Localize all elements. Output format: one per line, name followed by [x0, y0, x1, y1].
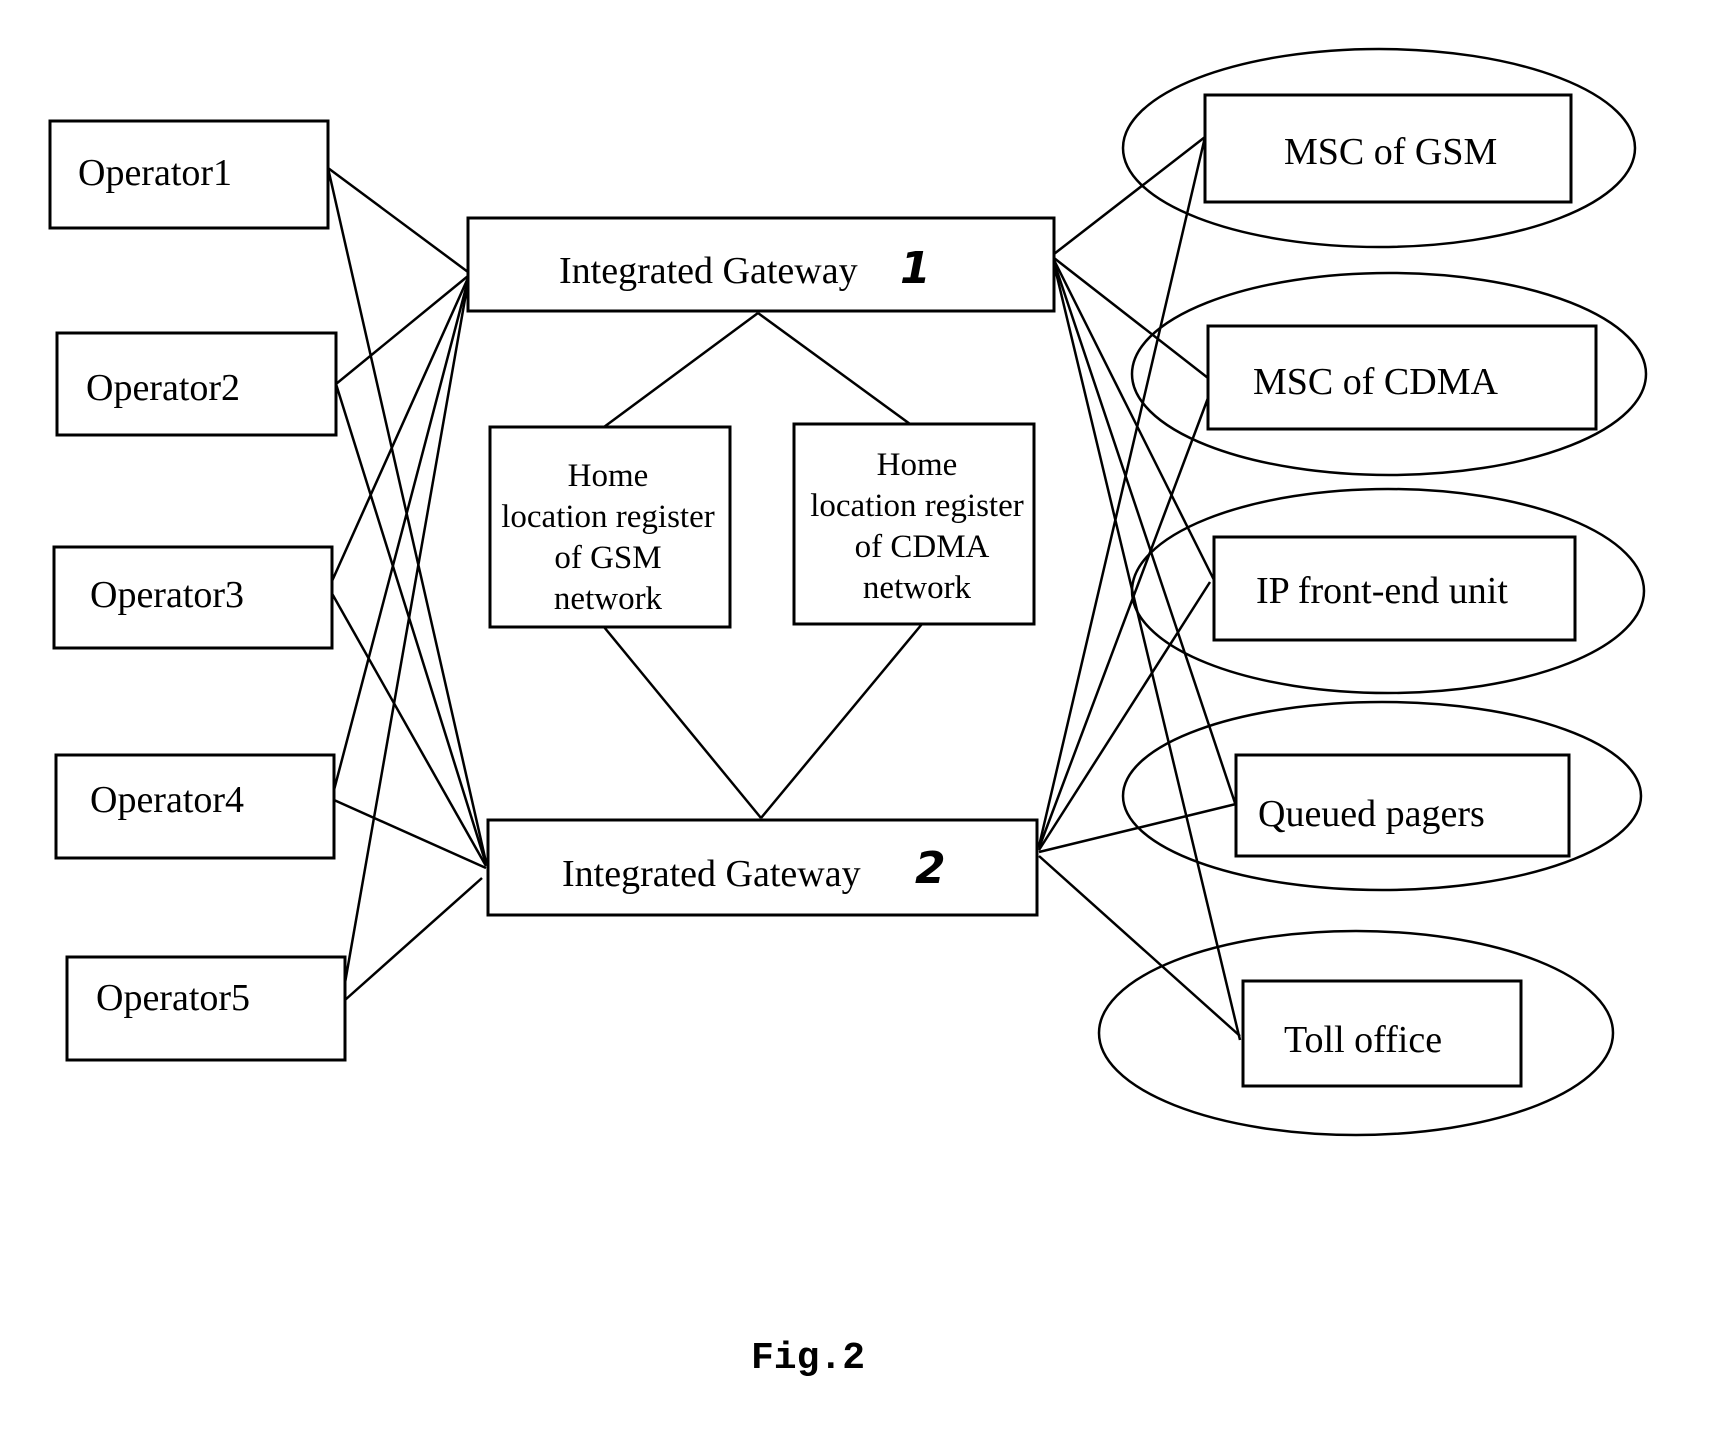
ip-front-end-label: IP front-end unit [1256, 570, 1508, 612]
operator-4-label: Operator4 [90, 779, 244, 821]
link-op5-ig2 [344, 877, 483, 1001]
endpoint-msc-gsm: MSC of GSM [1121, 47, 1637, 249]
hlr-gsm-line-1: Home [568, 458, 649, 494]
link-ig1-hlr-gsm [603, 311, 759, 429]
endpoint-queued-pagers: Queued pagers [1121, 700, 1643, 892]
link-op4-ig2 [333, 798, 487, 870]
link-ig2-toll [1038, 855, 1241, 1037]
gateway-2-label: Integrated Gateway [562, 853, 861, 895]
gateway-1-label: Integrated Gateway [559, 250, 858, 292]
operator-3-label: Operator3 [90, 574, 244, 616]
integrated-gateway-1: Integrated Gateway 1 [466, 216, 1056, 313]
hlr-cdma-line-1: Home [877, 447, 958, 483]
link-ig1-hlr-cdma [757, 311, 911, 426]
gateway-1-number: 1 [900, 243, 931, 294]
link-op5-ig1 [340, 281, 470, 1001]
gateway-2-number: 2 [915, 843, 946, 894]
figure-caption: Fig.2 [751, 1337, 865, 1380]
hlr-cdma-line-2: location register [810, 488, 1024, 524]
msc-cdma-label: MSC of CDMA [1253, 361, 1498, 403]
hlr-gsm-line-4: network [554, 581, 663, 617]
operator-1: Operator1 [48, 119, 330, 230]
link-ig2-msc-gsm [1037, 136, 1207, 847]
operator-5-label: Operator5 [96, 977, 250, 1019]
hlr-cdma-line-4: network [863, 570, 972, 606]
integrated-gateway-2: Integrated Gateway 2 [486, 818, 1039, 917]
queued-pagers-label: Queued pagers [1258, 793, 1485, 835]
link-op3-ig2 [328, 589, 488, 867]
operator-5: Operator5 [65, 955, 347, 1062]
link-hlr-gsm-ig2 [603, 626, 762, 819]
link-ig1-ip [1052, 259, 1216, 581]
operator-1-label: Operator1 [78, 152, 232, 194]
hlr-gsm-line-2: location register [501, 499, 715, 535]
hlr-cdma: Home location register of CDMA network [792, 422, 1036, 626]
link-hlr-cdma-ig2 [760, 623, 923, 819]
hlr-gsm-line-3: of GSM [554, 540, 661, 576]
operator-4: Operator4 [54, 753, 336, 860]
endpoint-msc-cdma: MSC of CDMA [1130, 271, 1648, 477]
link-op1-ig2 [326, 167, 488, 863]
network-diagram: Operator1 Operator2 Operator3 Operator4 … [48, 47, 1648, 1380]
hlr-cdma-line-3: of CDMA [855, 529, 990, 565]
toll-office-label: Toll office [1284, 1019, 1442, 1061]
hlr-gsm: Home location register of GSM network [488, 425, 732, 629]
operator-2-label: Operator2 [86, 367, 240, 409]
operator-3: Operator3 [52, 545, 334, 650]
endpoint-toll-office: Toll office [1097, 929, 1615, 1137]
endpoint-ip-front-end: IP front-end unit [1130, 487, 1646, 695]
operator-2: Operator2 [55, 331, 338, 437]
msc-gsm-label: MSC of GSM [1284, 131, 1497, 173]
link-op2-ig2 [334, 383, 488, 865]
